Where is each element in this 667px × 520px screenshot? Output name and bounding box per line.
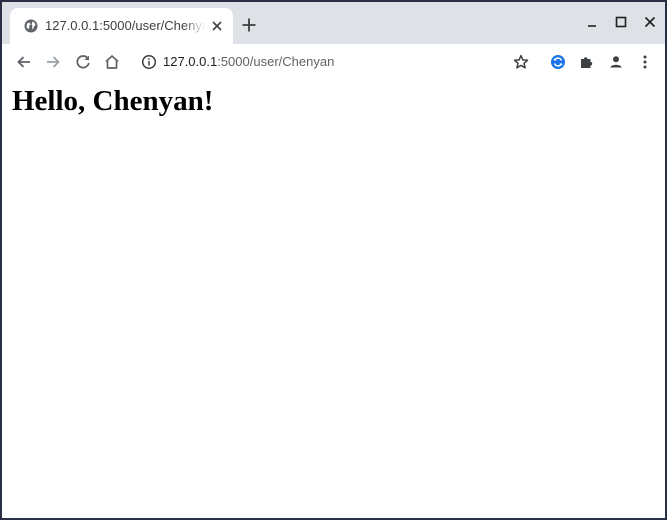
page-heading: Hello, Chenyan! [12, 85, 214, 117]
minimize-icon[interactable] [582, 12, 602, 32]
address-bar[interactable]: 127.0.0.1:5000/user/Chenyan [135, 48, 535, 76]
url-path: :5000/user/Chenyan [217, 54, 335, 69]
browser-toolbar: 127.0.0.1:5000/user/Chenyan [2, 44, 665, 80]
tab-title: 127.0.0.1:5000/user/Chenyan [45, 18, 205, 34]
maximize-icon[interactable] [611, 12, 631, 32]
close-window-icon[interactable] [640, 12, 660, 32]
info-icon[interactable] [141, 54, 157, 70]
back-arrow-icon[interactable] [12, 50, 36, 74]
url-host: 127.0.0.1 [163, 54, 218, 69]
active-tab[interactable]: 127.0.0.1:5000/user/Chenyan [10, 8, 233, 44]
tab-strip: 127.0.0.1:5000/user/Chenyan [2, 2, 665, 44]
plus-icon[interactable] [240, 16, 258, 34]
browser-window: 127.0.0.1:5000/user/Chenyan 127.0.0.1:50… [2, 2, 665, 518]
star-icon[interactable] [509, 50, 533, 74]
close-icon[interactable] [210, 19, 224, 33]
profile-icon[interactable] [604, 50, 628, 74]
sync-extension-icon[interactable] [546, 50, 570, 74]
reload-icon[interactable] [71, 50, 95, 74]
puzzle-icon[interactable] [575, 50, 599, 74]
home-icon[interactable] [100, 50, 124, 74]
kebab-menu-icon[interactable] [633, 50, 657, 74]
page-content: Hello, Chenyan! [2, 80, 665, 518]
forward-arrow-icon[interactable] [41, 50, 65, 74]
globe-icon [24, 19, 38, 33]
url-text[interactable]: 127.0.0.1:5000/user/Chenyan [163, 54, 334, 70]
